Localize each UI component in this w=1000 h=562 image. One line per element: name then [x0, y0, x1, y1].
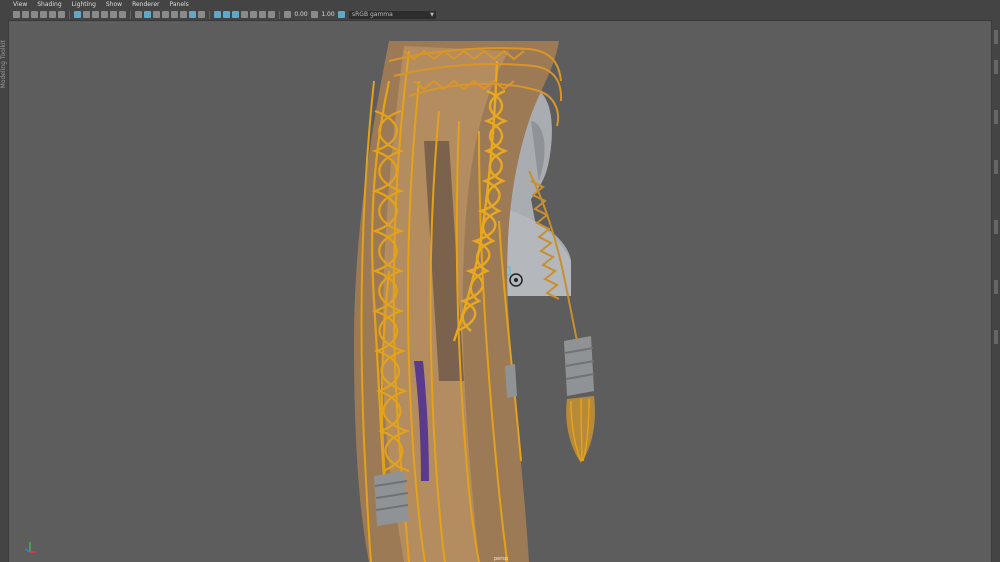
- gamma-icon[interactable]: [311, 11, 318, 18]
- safe-action-icon[interactable]: [119, 11, 126, 18]
- toolbar-divider: [209, 10, 210, 19]
- menu-lighting[interactable]: Lighting: [72, 0, 96, 9]
- left-strip-label: Modeling Toolkit: [0, 40, 7, 89]
- motion-blur-icon[interactable]: [198, 11, 205, 18]
- gamma-field[interactable]: 1.00: [320, 11, 336, 18]
- field-chart-icon[interactable]: [110, 11, 117, 18]
- right-tab[interactable]: [994, 330, 998, 344]
- depth-of-field-icon[interactable]: [268, 11, 275, 18]
- camera-attributes-icon[interactable]: [22, 11, 29, 18]
- gate-mask-icon[interactable]: [101, 11, 108, 18]
- textured-icon[interactable]: [162, 11, 169, 18]
- right-tab[interactable]: [994, 110, 998, 124]
- backface-culling-icon[interactable]: [241, 11, 248, 18]
- right-panel-strip[interactable]: [991, 0, 1000, 562]
- right-tab[interactable]: [994, 30, 998, 44]
- shadows-icon[interactable]: [180, 11, 187, 18]
- resolution-gate-icon[interactable]: [92, 11, 99, 18]
- menu-panels[interactable]: Panels: [169, 0, 188, 9]
- xray-icon[interactable]: [223, 11, 230, 18]
- xray-components-icon[interactable]: [250, 11, 257, 18]
- viewport-scene: [9, 21, 991, 562]
- hair-tie-left[interactable]: [374, 471, 409, 526]
- hair-tie-small[interactable]: [505, 364, 517, 398]
- lights-icon[interactable]: [171, 11, 178, 18]
- menu-renderer[interactable]: Renderer: [132, 0, 159, 9]
- color-management-icon[interactable]: [338, 11, 345, 18]
- toolbar-divider: [279, 10, 280, 19]
- select-camera-icon[interactable]: [13, 11, 20, 18]
- left-panel-strip[interactable]: Modeling Toolkit: [0, 0, 9, 562]
- right-tab[interactable]: [994, 220, 998, 234]
- axis-gizmo-icon: [24, 542, 36, 553]
- toolbar-divider: [69, 10, 70, 19]
- color-space-value: sRGB gamma: [352, 10, 393, 18]
- menu-shading[interactable]: Shading: [37, 0, 61, 9]
- screen-space-ao-icon[interactable]: [189, 11, 196, 18]
- film-gate-icon[interactable]: [83, 11, 90, 18]
- default-material-icon[interactable]: [153, 11, 160, 18]
- xray-joints-icon[interactable]: [232, 11, 239, 18]
- 2d-pan-zoom-icon[interactable]: [49, 11, 56, 18]
- bookmark-icon[interactable]: [31, 11, 38, 18]
- right-tab[interactable]: [994, 60, 998, 74]
- multisample-aa-icon[interactable]: [259, 11, 266, 18]
- hair-tie-right[interactable]: [564, 336, 595, 396]
- exposure-field[interactable]: 0.00: [293, 11, 309, 18]
- smooth-shade-icon[interactable]: [144, 11, 151, 18]
- menu-show[interactable]: Show: [106, 0, 122, 9]
- wireframe-icon[interactable]: [135, 11, 142, 18]
- right-tab[interactable]: [994, 280, 998, 294]
- grid-icon[interactable]: [74, 11, 81, 18]
- chevron-down-icon: ▼: [430, 11, 434, 18]
- menu-view[interactable]: View: [13, 0, 27, 9]
- isolate-select-icon[interactable]: [214, 11, 221, 18]
- image-plane-icon[interactable]: [40, 11, 47, 18]
- panel-menubar: View Shading Lighting Show Renderer Pane…: [8, 0, 992, 9]
- exposure-icon[interactable]: [284, 11, 291, 18]
- right-tab[interactable]: [994, 160, 998, 174]
- grease-pencil-icon[interactable]: [58, 11, 65, 18]
- camera-label: persp: [494, 556, 509, 562]
- color-space-dropdown[interactable]: sRGB gamma ▼: [349, 10, 436, 19]
- panel-toolbar: 0.00 1.00 sRGB gamma ▼: [8, 9, 992, 21]
- toolbar-divider: [130, 10, 131, 19]
- 3d-viewport[interactable]: persp: [9, 21, 991, 562]
